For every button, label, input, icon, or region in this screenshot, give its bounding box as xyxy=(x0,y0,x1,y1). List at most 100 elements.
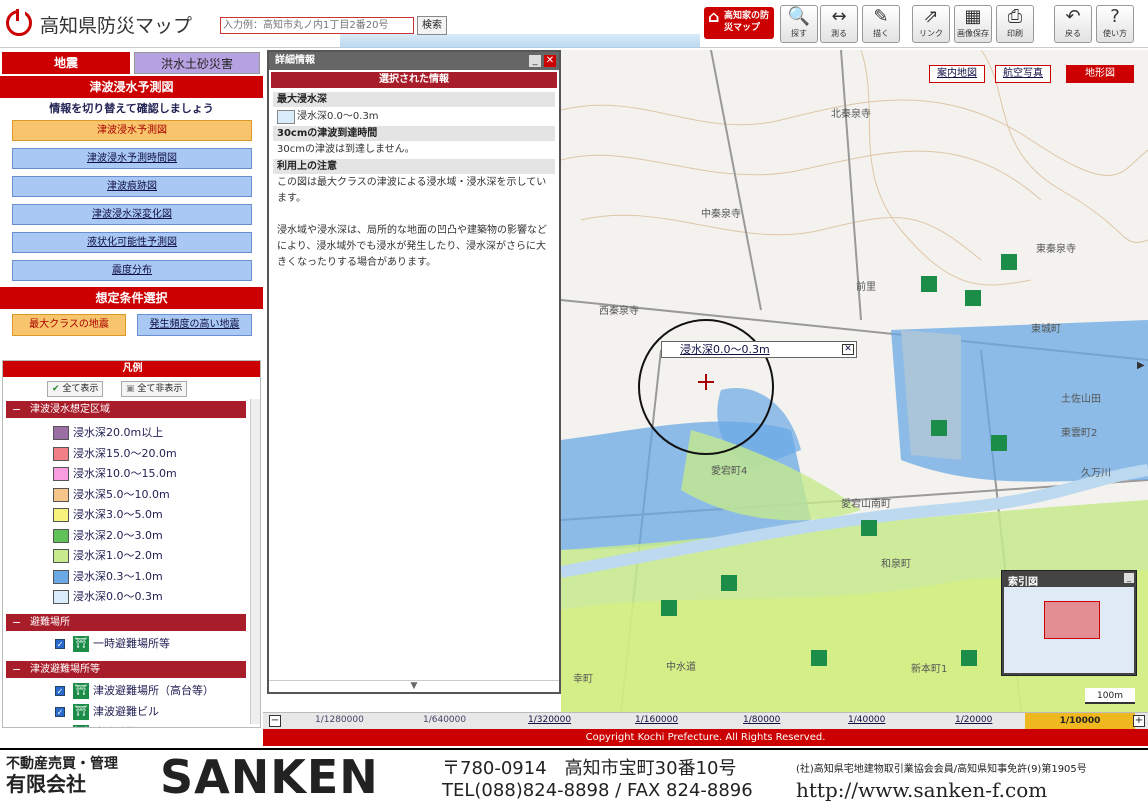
show-all-button[interactable]: ✔ 全て表示 xyxy=(47,381,104,397)
tool-label: 印刷 xyxy=(1007,29,1023,38)
tool-button-magnifier[interactable]: 🔍 探す xyxy=(780,5,818,43)
tool-label: 画像保存 xyxy=(957,29,989,38)
zoom-scale-bar: − 1/1280000 1/640000 1/320000 1/160000 1… xyxy=(263,712,1148,730)
map-button-depth-change[interactable]: 津波浸水深変化図 xyxy=(12,204,252,225)
place-label: 北秦泉寺 xyxy=(831,109,871,120)
legend-category[interactable]: 津波避難場所等 xyxy=(6,660,246,678)
address-search-input[interactable] xyxy=(220,17,414,34)
zoom-level[interactable]: 1/640000 xyxy=(423,715,466,725)
zoom-level-active[interactable]: 1/10000 xyxy=(1025,713,1135,730)
legend-swatch xyxy=(53,426,69,440)
popup-text[interactable]: 浸水深0.0～0.3m xyxy=(680,343,770,356)
legend-item: 浸水深10.0～15.0m xyxy=(3,464,243,484)
legend-checkbox[interactable]: ✓ xyxy=(55,638,65,649)
measure-icon: ↔ xyxy=(831,6,847,27)
legend-checkbox[interactable]: ✓ xyxy=(55,728,65,729)
legend-label: 浸水深5.0～10.0m xyxy=(73,487,170,501)
legend-item[interactable]: ✓ ⛩ 津波避難ビル xyxy=(3,702,243,722)
map-button-inundation-time[interactable]: 津波浸水予測時間図 xyxy=(12,148,252,169)
uncheck-icon: ▣ xyxy=(126,384,135,394)
legend-item[interactable]: ✓ ⛩ 津波避難タワー xyxy=(3,723,243,729)
legend-scrollbar[interactable] xyxy=(250,399,260,724)
detail-title: 詳細情報 xyxy=(269,52,559,70)
zoom-level[interactable]: 1/20000 xyxy=(955,715,992,725)
tab-flood-landslide[interactable]: 洪水土砂災害 xyxy=(134,52,260,74)
legend-swatch xyxy=(53,549,69,563)
place-label: 前里 xyxy=(856,282,876,293)
legend-item: 浸水深1.0～2.0m xyxy=(3,546,243,566)
printer-icon: ⎙ xyxy=(1007,6,1023,27)
legend-label: 一時避難場所等 xyxy=(93,636,170,650)
legend-item[interactable]: ✓ ⛩ 津波避難場所（高台等） xyxy=(3,681,243,701)
legend-checkbox[interactable]: ✓ xyxy=(55,685,65,696)
map-tab-aerial[interactable]: 航空写真 xyxy=(995,65,1051,83)
app-logo-icon xyxy=(6,9,32,36)
tool-label: 測る xyxy=(831,29,847,38)
map-popup[interactable]: 浸水深0.0～0.3m ✕ xyxy=(661,341,857,358)
map-tab-guide[interactable]: 案内地図 xyxy=(929,65,985,83)
zoom-level[interactable]: 1/1280000 xyxy=(315,715,364,725)
legend-label: 浸水深15.0～20.0m xyxy=(73,446,177,460)
arrival-time-value: 30cmの津波は到達しません。 xyxy=(277,144,415,155)
legend-item[interactable]: ✓ ⛩ 一時避難場所等 xyxy=(3,634,243,654)
legend-category[interactable]: 避難場所 xyxy=(6,613,246,631)
scale-bar: 100m xyxy=(1085,688,1135,704)
tool-label: 描く xyxy=(873,29,889,38)
tool-button-link[interactable]: ⇗ リンク xyxy=(912,5,950,43)
zoom-level[interactable]: 1/160000 xyxy=(635,715,678,725)
condition-frequent-button[interactable]: 発生頻度の高い地震 xyxy=(137,314,252,336)
map-button-tsunami-inundation[interactable]: 津波浸水予測図 xyxy=(12,120,252,141)
map-button-tsunami-trace[interactable]: 津波痕跡図 xyxy=(12,176,252,197)
detail-collapse-handle[interactable]: ▼ xyxy=(269,680,559,692)
zoom-level[interactable]: 1/320000 xyxy=(528,715,571,725)
map-canvas[interactable]: 北秦泉寺 中秦泉寺 東秦泉寺 西秦泉寺 前里 愛宕町4 愛宕山南町 久万川 東雲… xyxy=(561,50,1148,712)
tool-button-back[interactable]: ↶ 戻る xyxy=(1054,5,1092,43)
overview-map: 索引図 _ xyxy=(1001,570,1137,676)
draw-icon: ✎ xyxy=(873,6,889,27)
tool-label: 探す xyxy=(791,29,807,38)
tab-earthquake[interactable]: 地震 xyxy=(2,52,130,74)
legend-checkbox[interactable]: ✓ xyxy=(55,706,65,717)
place-label: 東秦泉寺 xyxy=(1036,244,1076,255)
evacuation-site-icon: ⛩ xyxy=(73,703,89,720)
zoom-out-button[interactable]: − xyxy=(269,715,281,727)
map-tab-topographic[interactable]: 地形図 xyxy=(1066,65,1134,83)
tool-button-draw[interactable]: ✎ 描く xyxy=(862,5,900,43)
back-icon: ↶ xyxy=(1065,6,1081,27)
overview-title: 索引図 xyxy=(1008,577,1038,588)
legend-label: 津波避難場所（高台等） xyxy=(93,683,214,697)
popup-close-icon[interactable]: ✕ xyxy=(842,344,854,355)
map-button-seismic-intensity[interactable]: 震度分布 xyxy=(12,260,252,281)
condition-max-class-button[interactable]: 最大クラスの地震 xyxy=(12,314,126,336)
legend-item: 浸水深15.0～20.0m xyxy=(3,444,243,464)
map-pan-right-icon[interactable]: ▶ xyxy=(1137,360,1145,371)
place-label: 中水道 xyxy=(666,662,696,673)
zoom-level[interactable]: 1/40000 xyxy=(848,715,885,725)
tool-label: 使い方 xyxy=(1103,29,1127,38)
depth-swatch xyxy=(277,110,295,124)
zoom-level[interactable]: 1/80000 xyxy=(743,715,780,725)
section-title: 津波浸水予測図 xyxy=(0,76,263,98)
map-button-liquefaction[interactable]: 液状化可能性予測図 xyxy=(12,232,252,253)
tool-label: リンク xyxy=(919,29,943,38)
search-button[interactable]: 検索 xyxy=(417,16,447,35)
legend-swatch xyxy=(53,590,69,604)
tool-button-save-image[interactable]: ▦ 画像保存 xyxy=(954,5,992,43)
tool-button-help[interactable]: ? 使い方 xyxy=(1096,5,1134,43)
place-label: 西秦泉寺 xyxy=(599,306,639,317)
legend-label: 浸水深2.0～3.0m xyxy=(73,528,163,542)
place-label: 新本町1 xyxy=(911,664,948,675)
tool-button-measure[interactable]: ↔ 測る xyxy=(820,5,858,43)
legend-category[interactable]: 津波浸水想定区域 xyxy=(6,401,246,418)
footer-contact: 〒780-0914 高知市宝町30番10号 TEL(088)824-8898 /… xyxy=(442,758,753,802)
overview-viewport-box[interactable] xyxy=(1044,601,1100,639)
overview-map-canvas[interactable] xyxy=(1004,587,1134,673)
legend-label: 浸水深3.0～5.0m xyxy=(73,508,163,521)
minimize-icon[interactable]: _ xyxy=(529,55,541,67)
close-icon[interactable]: ✕ xyxy=(544,55,556,67)
overview-minimize-icon[interactable]: _ xyxy=(1124,573,1134,583)
zoom-in-button[interactable]: + xyxy=(1133,715,1145,727)
kochi-home-bousai-button[interactable]: 高知家の防災マップ xyxy=(704,7,774,39)
hide-all-button[interactable]: ▣ 全て非表示 xyxy=(121,381,188,397)
tool-button-printer[interactable]: ⎙ 印刷 xyxy=(996,5,1034,43)
